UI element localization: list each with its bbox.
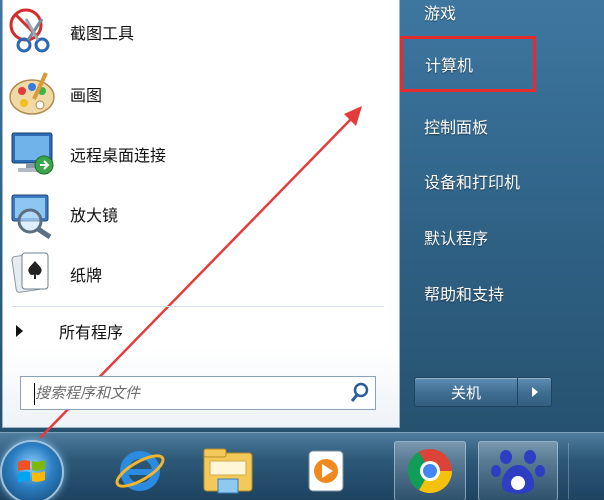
search-box [20,376,376,410]
taskbar-internet-explorer[interactable] [104,441,176,500]
file-explorer-icon [203,448,253,494]
program-label: 纸牌 [70,266,103,285]
right-item-devices-printers[interactable]: 设备和打印机 [408,161,604,201]
right-item-control-panel[interactable]: 控制面板 [408,106,604,146]
right-item-label: 帮助和支持 [424,285,505,304]
program-item-snipping-tool[interactable]: 截图工具 [4,4,394,60]
program-item-solitaire[interactable]: 纸牌 [4,246,394,302]
remote-desktop-icon [6,127,60,181]
right-item-label: 默认程序 [424,229,489,248]
search-input[interactable] [21,377,345,409]
text-caret [34,383,35,405]
right-item-computer[interactable]: 计算机 [400,36,536,92]
right-item-label: 控制面板 [424,118,489,137]
taskbar-media-player[interactable] [290,441,362,500]
divider [12,306,384,307]
right-item-label: 游戏 [424,4,457,23]
all-programs-button[interactable]: 所有程序 [12,316,392,346]
program-label: 远程桌面连接 [70,146,167,165]
solitaire-cards-icon [6,247,60,301]
windows-logo-icon [18,460,45,483]
media-player-icon [308,450,344,492]
right-item-games[interactable]: 游戏 [408,0,604,32]
arrow-right-icon [16,325,23,337]
program-label: 放大镜 [70,206,119,225]
right-item-help-support[interactable]: 帮助和支持 [408,273,604,313]
right-item-label: 设备和打印机 [424,173,521,192]
taskbar-baidu[interactable] [478,441,558,500]
internet-explorer-icon [115,451,165,491]
magnifier-icon [6,187,60,241]
taskbar-divider [568,443,598,499]
shutdown-options-button[interactable] [518,377,552,407]
program-label: 截图工具 [70,24,135,43]
taskbar-file-explorer[interactable] [192,441,264,500]
arrow-right-icon [531,387,538,397]
program-item-paint[interactable]: 画图 [4,66,394,122]
program-item-magnifier[interactable]: 放大镜 [4,186,394,242]
chrome-icon [408,449,452,493]
shutdown-button[interactable]: 关机 [414,377,518,407]
shutdown-group: 关机 [414,377,552,407]
search-icon[interactable] [345,378,375,408]
all-programs-label: 所有程序 [59,323,124,342]
start-button[interactable] [0,440,64,500]
paint-palette-icon [6,67,60,121]
baidu-icon [491,450,545,494]
snipping-tool-icon [6,5,60,59]
start-menu: 截图工具 画图 远程桌面连接 放大镜 纸牌 所有程序 搜索程序和文件 游戏 计算… [0,0,604,432]
right-item-label: 计算机 [425,56,474,75]
program-item-remote-desktop[interactable]: 远程桌面连接 [4,126,394,182]
program-label: 画图 [70,86,103,105]
taskbar [0,432,604,500]
right-item-default-programs[interactable]: 默认程序 [408,217,604,257]
taskbar-chrome[interactable] [394,441,466,500]
